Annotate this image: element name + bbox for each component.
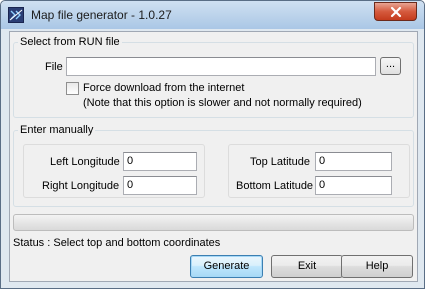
window-title: Map file generator - 1.0.27 (31, 8, 172, 22)
force-download-note: (Note that this option is slower and not… (83, 97, 362, 109)
close-button[interactable] (374, 2, 417, 21)
browse-file-button[interactable]: ... (380, 57, 401, 75)
top-latitude-input[interactable]: 0 (315, 152, 392, 171)
force-download-checkbox[interactable] (66, 82, 79, 95)
status-text: Status : Select top and bottom coordinat… (13, 237, 221, 249)
force-download-label[interactable]: Force download from the internet (83, 82, 244, 94)
right-longitude-label: Right Longitude (42, 180, 120, 192)
dialog-body: Select from RUN file File ... Force down… (9, 31, 418, 282)
progress-bar (13, 214, 414, 231)
generate-button[interactable]: Generate (190, 255, 263, 278)
manual-group-label: Enter manually (18, 124, 96, 136)
bottom-latitude-input[interactable]: 0 (315, 176, 392, 195)
file-path-input[interactable] (66, 57, 376, 76)
main-window: Map file generator - 1.0.27 Select from … (0, 0, 425, 289)
exit-button[interactable]: Exit (271, 255, 343, 278)
map-app-icon (8, 7, 24, 23)
right-longitude-input[interactable]: 0 (123, 176, 197, 195)
bottom-latitude-label: Bottom Latitude (236, 180, 314, 192)
help-button[interactable]: Help (341, 255, 413, 278)
run-file-group-label: Select from RUN file (18, 36, 122, 48)
top-latitude-label: Top Latitude (250, 156, 310, 168)
left-longitude-label: Left Longitude (50, 156, 120, 168)
close-icon (390, 6, 402, 18)
left-longitude-input[interactable]: 0 (123, 152, 197, 171)
title-bar[interactable]: Map file generator - 1.0.27 (1, 1, 424, 29)
file-label: File (45, 61, 63, 73)
